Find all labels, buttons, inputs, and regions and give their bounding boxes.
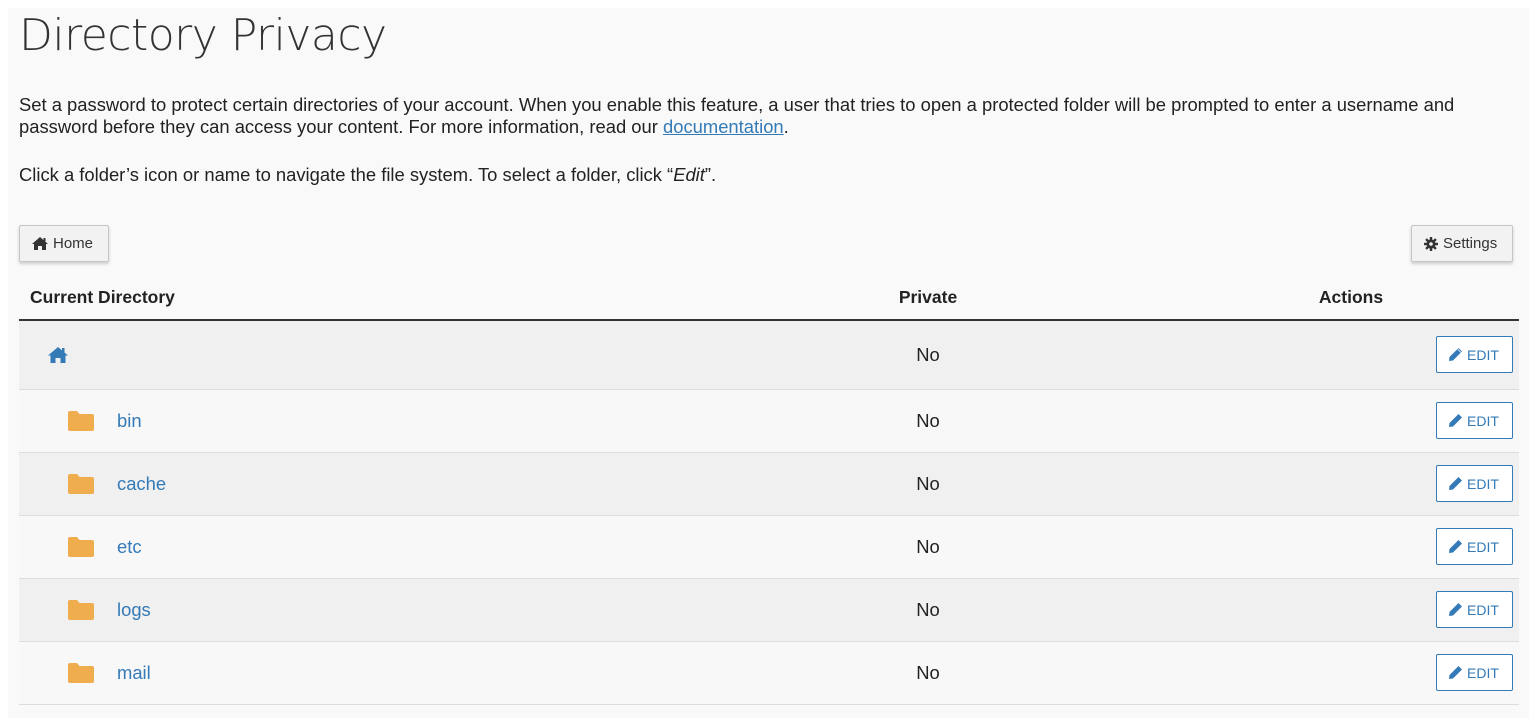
folder-icon[interactable]	[68, 410, 94, 431]
edit-button-label: EDIT	[1467, 346, 1499, 363]
folder-link[interactable]: logs	[117, 599, 151, 621]
actions-cell: EDIT	[1219, 578, 1519, 642]
table-row: mail No EDIT	[19, 641, 1519, 705]
private-cell: No	[916, 578, 1219, 642]
home-button-label: Home	[53, 235, 94, 252]
folder-icon[interactable]	[68, 536, 94, 557]
intro-paragraph: Set a password to protect certain direct…	[19, 94, 1519, 138]
edit-button-label: EDIT	[1467, 538, 1499, 555]
edit-button-label: EDIT	[1467, 601, 1499, 618]
home-button[interactable]: Home	[19, 225, 109, 262]
home-icon[interactable]	[48, 346, 68, 363]
page-title: Directory Privacy	[19, 10, 387, 61]
documentation-link[interactable]: documentation	[663, 116, 784, 137]
table-header-row: Current Directory Private Actions	[19, 276, 1519, 321]
private-value: No	[916, 409, 940, 431]
pencil-icon	[1449, 666, 1462, 679]
header-actions-label: Actions	[1318, 287, 1384, 307]
actions-cell: EDIT	[1219, 515, 1519, 579]
edit-button-label: EDIT	[1467, 475, 1499, 492]
private-value: No	[916, 598, 940, 620]
edit-button[interactable]: EDIT	[1436, 591, 1513, 628]
edit-button[interactable]: EDIT	[1436, 402, 1513, 439]
private-value: No	[916, 661, 940, 683]
table-row: logs No EDIT	[19, 578, 1519, 642]
private-value: No	[916, 343, 940, 365]
actions-cell: EDIT	[1219, 320, 1519, 390]
hint-edit-emphasis: Edit	[673, 164, 705, 185]
gear-icon	[1424, 236, 1438, 251]
folder-link[interactable]: bin	[117, 410, 142, 432]
intro-end: .	[783, 116, 789, 137]
actions-cell: EDIT	[1219, 389, 1519, 453]
table-row: bin No EDIT	[19, 389, 1519, 453]
private-cell: No	[916, 452, 1219, 516]
home-icon	[32, 237, 48, 250]
edit-button[interactable]: EDIT	[1436, 465, 1513, 502]
private-cell: No	[916, 389, 1219, 453]
edit-button-label: EDIT	[1467, 664, 1499, 681]
actions-cell: EDIT	[1219, 452, 1519, 516]
table-row: etc No EDIT	[19, 515, 1519, 579]
edit-button[interactable]: EDIT	[1436, 528, 1513, 565]
header-actions: Actions	[1219, 276, 1519, 321]
pencil-icon	[1449, 348, 1462, 362]
header-private: Private	[899, 276, 1219, 321]
pencil-icon	[1449, 603, 1462, 616]
navigation-hint: Click a folder’s icon or name to navigat…	[19, 164, 716, 186]
private-value: No	[916, 472, 940, 494]
private-cell: No	[916, 320, 1219, 390]
header-private-label: Private	[898, 287, 958, 307]
pencil-icon	[1449, 477, 1462, 490]
pencil-icon	[1449, 414, 1462, 427]
pencil-icon	[1449, 540, 1462, 553]
hint-text: Click a folder’s icon or name to navigat…	[19, 164, 674, 185]
actions-cell: EDIT	[1219, 641, 1519, 705]
edit-button[interactable]: EDIT	[1436, 336, 1513, 374]
hint-end: ”.	[704, 164, 717, 185]
directory-table: Current Directory Private Actions No EDI…	[19, 276, 1519, 705]
folder-link[interactable]: mail	[117, 662, 151, 684]
table-row-root: No EDIT	[19, 320, 1519, 390]
main-panel: Directory Privacy Set a password to prot…	[8, 8, 1529, 718]
folder-icon[interactable]	[68, 662, 94, 683]
private-cell: No	[916, 515, 1219, 579]
edit-button[interactable]: EDIT	[1436, 654, 1513, 691]
folder-icon[interactable]	[68, 473, 94, 494]
settings-button[interactable]: Settings	[1411, 225, 1513, 262]
edit-button-label: EDIT	[1467, 412, 1499, 429]
settings-button-label: Settings	[1443, 235, 1498, 252]
private-value: No	[916, 535, 940, 557]
private-cell: No	[916, 641, 1219, 705]
folder-link[interactable]: cache	[117, 473, 166, 495]
folder-link[interactable]: etc	[117, 536, 142, 558]
folder-icon[interactable]	[68, 599, 94, 620]
table-row: cache No EDIT	[19, 452, 1519, 516]
